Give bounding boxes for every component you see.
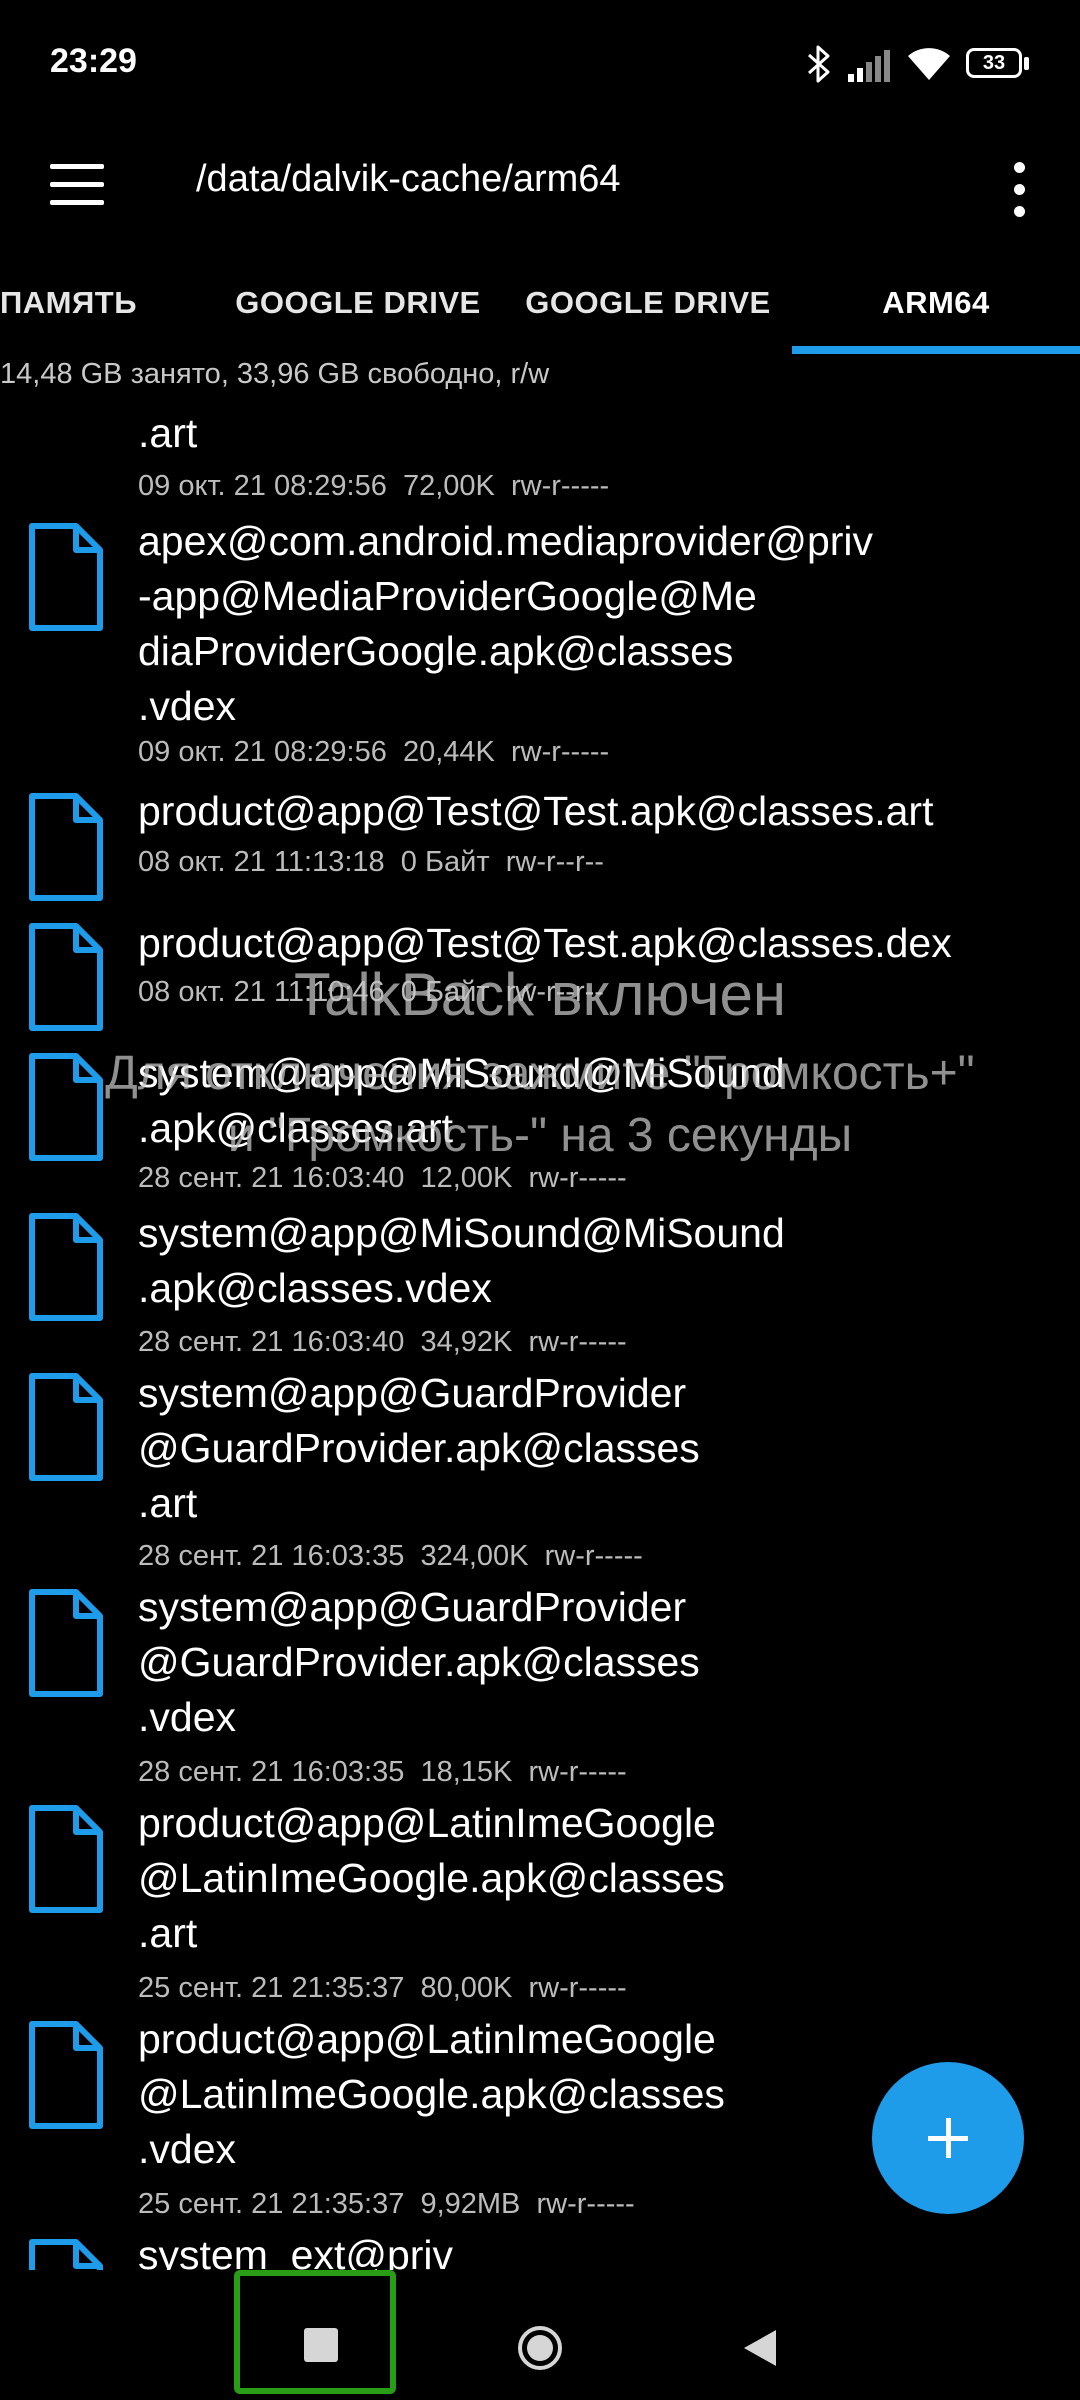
file-name: system@app@GuardProvider @GuardProvider.… xyxy=(138,1370,700,1526)
file-name: product@app@Test@Test.apk@classes.art xyxy=(138,788,934,834)
file-icon xyxy=(29,793,103,901)
file-icon xyxy=(29,1373,103,1481)
file-meta: 28 сент. 21 16:03:40 12,00K rw-r----- xyxy=(138,1162,627,1194)
current-path: /data/dalvik-cache/arm64 xyxy=(196,158,621,200)
hamburger-menu-icon[interactable] xyxy=(50,160,106,216)
wifi-icon xyxy=(908,48,950,80)
list-item[interactable]: .art 09 окт. 21 08:29:56 72,00K rw-r----… xyxy=(0,400,1080,510)
file-icon xyxy=(29,1589,103,1697)
status-bar: 23:29 33 xyxy=(0,0,1080,130)
recents-button[interactable] xyxy=(234,2270,396,2394)
tab-google-drive-1[interactable]: GOOGLE DRIVE xyxy=(226,250,490,355)
tab-indicator xyxy=(792,346,1080,354)
list-item[interactable]: product@app@LatinImeGoogle @LatinImeGoog… xyxy=(0,1792,1080,2008)
file-meta: 08 окт. 21 11:13:18 0 Байт rw-r--r-- xyxy=(138,846,604,878)
recents-square-icon xyxy=(304,2328,338,2362)
list-item[interactable]: product@app@Test@Test.apk@classes.dex 08… xyxy=(0,910,1080,1040)
navigation-bar xyxy=(0,2270,1080,2400)
tab-arm64[interactable]: ARM64 xyxy=(792,250,1080,355)
list-item[interactable]: apex@com.android.mediaprovider@priv -app… xyxy=(0,510,1080,780)
file-meta: 28 сент. 21 16:03:35 18,15K rw-r----- xyxy=(138,1756,627,1788)
file-name: system@app@MiSound@MiSound .apk@classes.… xyxy=(138,1210,785,1311)
file-meta: 09 окт. 21 08:29:56 20,44K rw-r----- xyxy=(138,736,610,768)
more-vert-icon[interactable] xyxy=(1000,154,1040,224)
home-circle-icon[interactable] xyxy=(516,2324,564,2372)
file-icon xyxy=(29,523,103,631)
tab-bar: ПАМЯТЬ GOOGLE DRIVE GOOGLE DRIVE ARM64 xyxy=(0,250,1080,355)
file-icon xyxy=(29,1805,103,1913)
file-meta: 28 сент. 21 16:03:40 34,92K rw-r----- xyxy=(138,1326,627,1358)
file-meta: 09 окт. 21 08:29:56 72,00K rw-r----- xyxy=(138,470,610,502)
file-name: system_ext@priv xyxy=(138,2232,454,2270)
list-item[interactable]: system@app@GuardProvider @GuardProvider.… xyxy=(0,1360,1080,1576)
app-bar: /data/dalvik-cache/arm64 xyxy=(0,130,1080,250)
file-name: .art xyxy=(138,410,198,456)
tab-memory[interactable]: ПАМЯТЬ xyxy=(0,250,137,355)
back-triangle-icon[interactable] xyxy=(740,2326,780,2370)
list-item[interactable]: system_ext@priv xyxy=(0,2224,1080,2270)
file-list[interactable]: .art 09 окт. 21 08:29:56 72,00K rw-r----… xyxy=(0,400,1080,2270)
battery-level: 33 xyxy=(982,52,1006,74)
file-name: product@app@LatinImeGoogle @LatinImeGoog… xyxy=(138,1800,725,1956)
storage-info: 14,48 GB занято, 33,96 GB свободно, r/w xyxy=(0,358,550,390)
file-icon xyxy=(29,923,103,1031)
file-name: product@app@Test@Test.apk@classes.dex xyxy=(138,920,952,966)
file-icon xyxy=(29,2239,103,2270)
bluetooth-icon xyxy=(807,45,830,83)
file-icon xyxy=(29,2021,103,2129)
file-icon xyxy=(29,1053,103,1161)
file-meta: 25 сент. 21 21:35:37 9,92MB rw-r----- xyxy=(138,2188,635,2220)
file-icon xyxy=(29,1213,103,1321)
list-item[interactable]: product@app@Test@Test.apk@classes.art 08… xyxy=(0,780,1080,910)
file-meta: 25 сент. 21 21:35:37 80,00K rw-r----- xyxy=(138,1972,627,2004)
file-name: system@app@MiSound@MiSound .apk@classes.… xyxy=(138,1050,785,1151)
battery-icon: 33 xyxy=(966,48,1030,80)
list-item[interactable]: system@app@GuardProvider @GuardProvider.… xyxy=(0,1576,1080,1792)
list-item[interactable]: system@app@MiSound@MiSound .apk@classes.… xyxy=(0,1040,1080,1200)
file-meta: 28 сент. 21 16:03:35 324,00K rw-r----- xyxy=(138,1540,643,1572)
file-meta: 08 окт. 21 11:10:46 0 Байт rw-r--r-- xyxy=(138,976,604,1008)
file-name: apex@com.android.mediaprovider@priv -app… xyxy=(138,518,874,729)
file-name: system@app@GuardProvider @GuardProvider.… xyxy=(138,1584,700,1740)
list-item[interactable]: system@app@MiSound@MiSound .apk@classes.… xyxy=(0,1200,1080,1360)
tab-google-drive-2[interactable]: GOOGLE DRIVE xyxy=(516,250,780,355)
add-button[interactable] xyxy=(872,2062,1024,2214)
signal-icon xyxy=(848,50,890,82)
status-time: 23:29 xyxy=(50,42,137,80)
